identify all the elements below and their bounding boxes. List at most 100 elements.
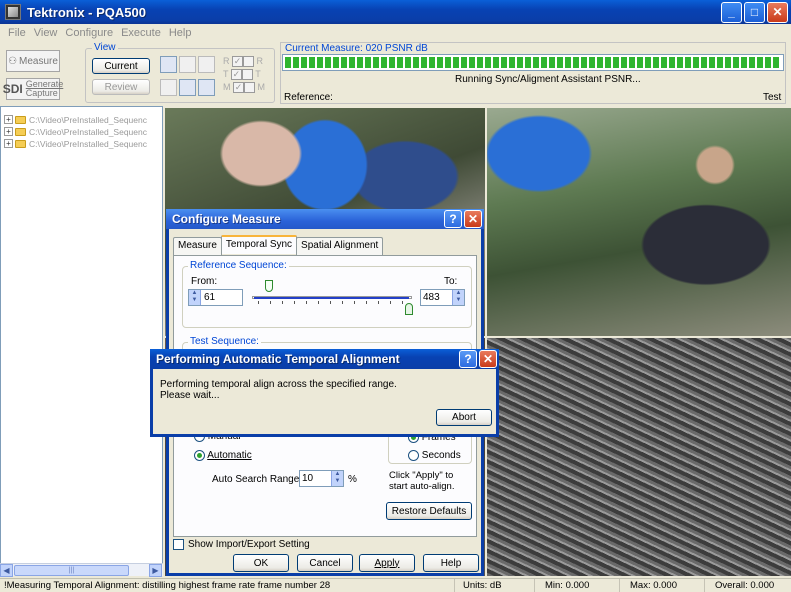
ref-from-thumb[interactable]: [265, 280, 273, 292]
reference-label: Reference:: [284, 92, 333, 103]
tree-item[interactable]: + C:\Video\PreInstalled_Sequenc: [1, 126, 162, 137]
menu-bar: File View Configure Execute Help: [0, 24, 791, 42]
spinner-arrows-icon[interactable]: ▲ ▼: [189, 290, 201, 305]
show-import-export-checkbox[interactable]: Show Import/Export Setting: [173, 539, 310, 550]
test-label: Test: [763, 92, 782, 103]
performing-help-button[interactable]: ?: [459, 350, 477, 368]
measure-icon: ⚇: [8, 55, 18, 67]
folder-icon: [15, 127, 26, 136]
scroll-left-icon[interactable]: ◀: [0, 564, 13, 577]
tree-horizontal-scrollbar[interactable]: ◀ ||| ▶: [0, 563, 163, 577]
expand-icon[interactable]: +: [4, 139, 13, 148]
check-r[interactable]: [232, 56, 244, 68]
menu-view[interactable]: View: [30, 27, 62, 39]
performing-message-line1: Performing temporal align across the spe…: [160, 379, 397, 390]
check-t[interactable]: [230, 69, 242, 81]
auto-search-spinner[interactable]: 10 ▲ ▼: [299, 470, 344, 487]
ok-button[interactable]: OK: [233, 554, 289, 572]
status-max: Max: 0.000: [620, 579, 705, 592]
configure-tabs: Measure Temporal Sync Spatial Alignment: [173, 235, 481, 256]
ref-from-label: From:: [191, 276, 218, 287]
ref-to-spinner[interactable]: 483 ▲ ▼: [420, 289, 465, 306]
seconds-radio[interactable]: Seconds: [408, 450, 461, 461]
status-min: Min: 0.000: [535, 579, 620, 592]
cancel-button[interactable]: Cancel: [297, 554, 353, 572]
abort-button[interactable]: Abort: [436, 409, 492, 426]
maximize-button[interactable]: □: [744, 1, 765, 23]
progress-bar: [282, 54, 784, 71]
current-button[interactable]: Current: [92, 58, 150, 74]
performing-close-button[interactable]: ✕: [479, 350, 497, 368]
performing-message-line2: Please wait...: [160, 390, 220, 401]
current-measure-label: Current Measure: 020 PSNR dB: [285, 43, 428, 54]
seconds-radio-icon[interactable]: [408, 450, 419, 461]
progress-fill: [285, 57, 781, 68]
performing-message: Performing temporal align across the spe…: [160, 379, 397, 401]
spinner-arrows-icon[interactable]: ▲ ▼: [452, 290, 464, 305]
status-overall: Overall: 0.000: [715, 580, 775, 591]
ref-to-thumb[interactable]: [405, 303, 413, 315]
menu-help[interactable]: Help: [165, 27, 196, 39]
layout-single-icon[interactable]: [160, 79, 177, 96]
ref-to-label: To:: [444, 276, 458, 287]
expand-icon[interactable]: +: [4, 115, 13, 124]
auto-search-label: Auto Search Range ±: [212, 474, 308, 485]
show-import-export-label: Show Import/Export Setting: [188, 539, 310, 550]
configure-close-button[interactable]: ✕: [464, 210, 482, 228]
check-m[interactable]: [233, 82, 245, 94]
sdi-icon: SDI: [2, 82, 23, 96]
configure-help-button[interactable]: ?: [444, 210, 462, 228]
automatic-radio[interactable]: Automatic: [194, 450, 252, 461]
tree-item[interactable]: + C:\Video\PreInstalled_Sequenc: [1, 114, 162, 125]
layout-frame-icon[interactable]: [198, 79, 215, 96]
menu-configure[interactable]: Configure: [61, 27, 117, 39]
menu-file[interactable]: File: [4, 27, 30, 39]
folder-icon: [15, 115, 26, 124]
check-t-label: T: [223, 69, 229, 79]
tree-item-label: C:\Video\PreInstalled_Sequenc: [29, 114, 147, 125]
tree-item-label: C:\Video\PreInstalled_Sequenc: [29, 126, 147, 137]
check-r-right-label: R: [256, 56, 264, 66]
help-button[interactable]: Help: [423, 554, 479, 572]
scroll-right-icon[interactable]: ▶: [149, 564, 162, 577]
tree-item[interactable]: + C:\Video\PreInstalled_Sequenc: [1, 138, 162, 149]
ref-range-slider-fill: [254, 297, 409, 299]
folder-icon: [15, 139, 26, 148]
measure-button-label: Measure: [19, 55, 58, 67]
menu-execute[interactable]: Execute: [117, 27, 165, 39]
import-export-check-icon[interactable]: [173, 539, 184, 550]
expand-icon[interactable]: +: [4, 127, 13, 136]
ref-from-spinner[interactable]: ▲ ▼ 61: [188, 289, 243, 306]
scroll-thumb[interactable]: |||: [14, 565, 129, 576]
view-group-label: View: [92, 42, 118, 53]
check-r2[interactable]: [243, 56, 255, 68]
apply-hint-text: Click "Apply" to start auto-align.: [389, 470, 455, 492]
restore-defaults-button[interactable]: Restore Defaults: [386, 502, 472, 520]
measure-status-text: Running Sync/Aligment Assistant PSNR...: [455, 74, 641, 85]
ref-slider-ticks: [258, 301, 403, 304]
performing-dialog-title: Performing Automatic Temporal Alignment: [156, 352, 400, 366]
review-button[interactable]: Review: [92, 79, 150, 95]
layout-quad-icon[interactable]: [160, 56, 177, 73]
measure-button[interactable]: ⚇ Measure: [6, 50, 60, 72]
seconds-label: Seconds: [421, 450, 461, 462]
tab-spatial-alignment[interactable]: Spatial Alignment: [296, 237, 384, 256]
tree-item-label: C:\Video\PreInstalled_Sequenc: [29, 138, 147, 149]
layout-grid-icon[interactable]: [179, 56, 196, 73]
apply-button[interactable]: Apply: [359, 554, 415, 572]
toolbar: ⚇ Measure SDI Generate Capture View Curr…: [0, 42, 791, 106]
layout-split-icon[interactable]: [198, 56, 215, 73]
check-t2[interactable]: [241, 69, 253, 81]
layout-list-icon[interactable]: [179, 79, 196, 96]
test-video-pane: [487, 108, 791, 336]
performing-dialog-title-bar: Performing Automatic Temporal Alignment …: [150, 349, 499, 369]
minimize-button[interactable]: _: [721, 1, 742, 23]
tab-measure[interactable]: Measure: [173, 237, 222, 256]
check-m2[interactable]: [244, 82, 256, 94]
automatic-radio-icon[interactable]: [194, 450, 205, 461]
spinner-arrows-icon[interactable]: ▲ ▼: [331, 471, 343, 486]
close-button[interactable]: ✕: [767, 1, 788, 23]
tab-temporal-sync[interactable]: Temporal Sync: [220, 235, 298, 254]
generate-capture-button[interactable]: SDI Generate Capture: [2, 78, 63, 100]
automatic-label: Automatic: [207, 450, 252, 462]
